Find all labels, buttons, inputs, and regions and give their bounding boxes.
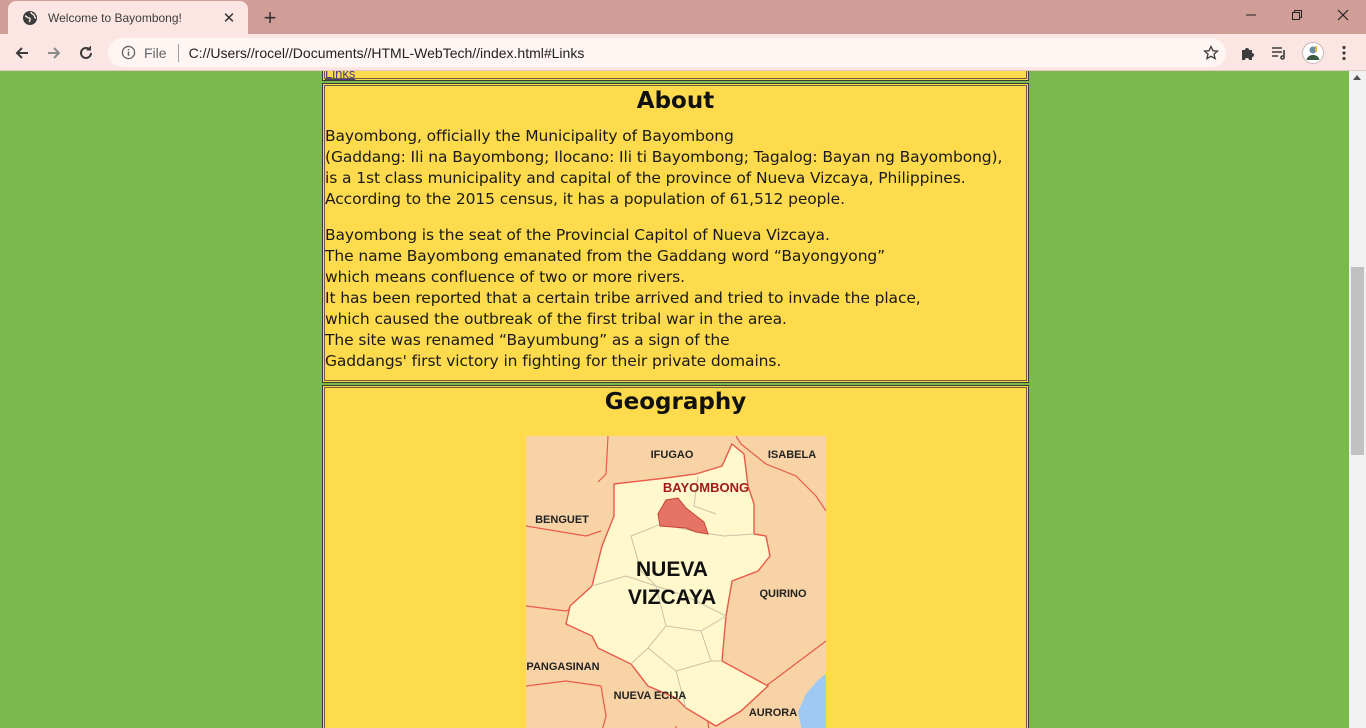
minimize-button[interactable] bbox=[1228, 0, 1274, 30]
browser-titlebar: Welcome to Bayombong! ✕ + bbox=[0, 0, 1366, 34]
scroll-up-arrow-icon[interactable] bbox=[1353, 75, 1361, 80]
map-label-ifugao: IFUGAO bbox=[651, 449, 694, 461]
arrow-left-icon bbox=[15, 47, 28, 59]
map-label-nueva: NUEVA bbox=[636, 558, 708, 581]
about-p2-line: It has been reported that a certain trib… bbox=[325, 289, 921, 307]
url-text[interactable]: C://Users//rocel//Documents//HTML-WebTec… bbox=[189, 45, 1196, 61]
browser-tab-active[interactable]: Welcome to Bayombong! ✕ bbox=[8, 1, 248, 34]
scheme-label: File bbox=[144, 44, 167, 61]
about-p2-line: Gaddangs' first victory in fighting for … bbox=[325, 352, 782, 370]
map-label-bayombong: BAYOMBONG bbox=[663, 480, 749, 495]
extensions-puzzle-icon[interactable] bbox=[1234, 39, 1262, 67]
about-paragraph-1: Bayombong, officially the Municipality o… bbox=[323, 126, 1028, 210]
close-window-button[interactable] bbox=[1320, 0, 1366, 30]
close-icon bbox=[1337, 9, 1349, 21]
links-cell: Links bbox=[322, 71, 1029, 81]
about-p2-line: The name Bayombong emanated from the Gad… bbox=[325, 247, 886, 265]
minimize-icon bbox=[1246, 14, 1256, 16]
arrow-right-icon bbox=[48, 47, 61, 59]
globe-icon bbox=[22, 10, 38, 26]
omnibox-divider bbox=[177, 43, 179, 62]
about-paragraph-2: Bayombong is the seat of the Provincial … bbox=[323, 225, 1028, 372]
about-p2-line: which caused the outbreak of the first t… bbox=[325, 310, 787, 328]
about-p1-line: is a 1st class municipality and capital … bbox=[325, 169, 966, 187]
back-button[interactable] bbox=[8, 39, 36, 67]
map-label-vizcaya: VIZCAYA bbox=[628, 586, 716, 609]
links-anchor[interactable]: Links bbox=[325, 71, 355, 81]
address-bar[interactable]: File C://Users//rocel//Documents//HTML-W… bbox=[108, 38, 1226, 67]
map-label-nueva-ecija: NUEVA ECIJA bbox=[614, 690, 687, 702]
about-heading: About bbox=[636, 88, 715, 114]
about-p2-line: The site was renamed “Bayumbung” as a si… bbox=[325, 331, 730, 349]
browser-toolbar: File C://Users//rocel//Documents//HTML-W… bbox=[0, 34, 1366, 71]
forward-button[interactable] bbox=[40, 39, 68, 67]
about-p1-line: According to the 2015 census, it has a p… bbox=[325, 190, 845, 208]
about-p1-line: Bayombong, officially the Municipality o… bbox=[325, 127, 734, 145]
kebab-menu-icon[interactable] bbox=[1330, 39, 1358, 67]
info-icon[interactable] bbox=[120, 45, 136, 61]
about-p1-line: (Gaddang: Ili na Bayombong; Ilocano: Ili… bbox=[325, 148, 1003, 166]
page-viewport: Links About Bayombong, officially the Mu… bbox=[0, 71, 1349, 728]
geography-heading: Geography bbox=[604, 389, 747, 415]
reload-button[interactable] bbox=[72, 39, 100, 67]
restore-button[interactable] bbox=[1274, 0, 1320, 30]
tab-title: Welcome to Bayombong! bbox=[48, 10, 182, 25]
new-tab-button[interactable]: + bbox=[258, 5, 282, 30]
map-label-benguet: BENGUET bbox=[535, 514, 589, 526]
about-p2-line: which means confluence of two or more ri… bbox=[325, 268, 685, 286]
restore-icon bbox=[1292, 10, 1302, 20]
map-label-quirino: QUIRINO bbox=[759, 588, 807, 600]
map-label-isabela: ISABELA bbox=[768, 449, 816, 461]
map-label-aurora: AURORA bbox=[749, 707, 797, 719]
about-p2-line: Bayombong is the seat of the Provincial … bbox=[325, 226, 830, 244]
bookmark-star-icon[interactable] bbox=[1196, 38, 1226, 67]
locator-map-svg: IFUGAO ISABELA BAYOMBONG BENGUET NUEVA V… bbox=[526, 436, 826, 728]
media-queue-icon[interactable] bbox=[1265, 39, 1293, 67]
reload-icon bbox=[80, 46, 92, 59]
geography-section: Geography IFUGAO ISABELA BAYOMBONG BENGU… bbox=[322, 385, 1029, 728]
tab-close-icon[interactable]: ✕ bbox=[220, 9, 238, 27]
locator-map: IFUGAO ISABELA BAYOMBONG BENGUET NUEVA V… bbox=[526, 436, 826, 728]
vertical-scrollbar[interactable] bbox=[1349, 71, 1366, 728]
scrollbar-thumb[interactable] bbox=[1351, 267, 1364, 455]
about-section: About Bayombong, officially the Municipa… bbox=[322, 83, 1029, 383]
profile-avatar[interactable] bbox=[1299, 39, 1327, 67]
map-label-pangasinan: PANGASINAN bbox=[526, 661, 599, 673]
